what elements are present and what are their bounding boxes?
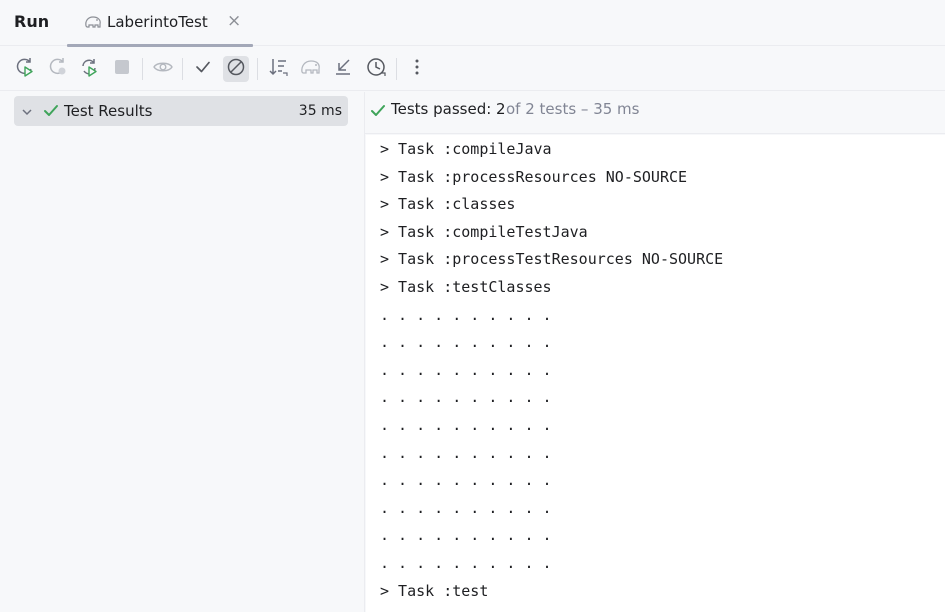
console-line: > Task :testClasses [380, 278, 552, 296]
show-ignored-button[interactable] [223, 56, 249, 82]
console-line: . . . . . . . . . . [380, 554, 552, 572]
stop-button[interactable] [109, 56, 135, 82]
more-button[interactable] [404, 56, 430, 82]
sort-icon [267, 56, 289, 82]
gradle-icon [300, 56, 322, 82]
history-button[interactable] [363, 56, 389, 82]
toolbar-separator [182, 58, 183, 80]
tree-item-test-results[interactable]: Test Results 35 ms [14, 96, 348, 126]
import-tests-button[interactable] [330, 56, 356, 82]
console-output[interactable]: > Task :compileJava > Task :processResour… [366, 135, 945, 612]
toolbar-separator [142, 58, 143, 80]
console-line: > Task :processResources NO-SOURCE [380, 167, 688, 186]
rerun-button[interactable] [12, 56, 38, 82]
tab-laberinto-test[interactable]: LaberintoTest × [67, 0, 253, 47]
console-line: . . . . . . . . . . [380, 388, 552, 407]
gradle-elephant-icon [83, 14, 103, 34]
eye-icon [152, 56, 174, 82]
toggle-auto-test-button[interactable] [76, 56, 102, 82]
console-line: . . . . . . . . . . [380, 305, 552, 324]
console-line: > Task :classes [380, 195, 516, 214]
stop-icon [111, 56, 133, 82]
check-icon [192, 56, 214, 82]
console-line: . . . . . . . . . . [380, 443, 552, 462]
passed-check-icon [369, 102, 387, 124]
tree-item-duration: 35 ms [298, 103, 342, 119]
show-passed-tests-button[interactable] [190, 56, 216, 82]
tool-window-title: Run [14, 12, 50, 31]
panel-splitter[interactable] [364, 92, 365, 612]
import-icon [332, 56, 354, 82]
tool-window-header: Run LaberintoTest × [0, 0, 945, 47]
chevron-down-icon[interactable] [20, 104, 34, 123]
test-status-bar: Tests passed: 2 of 2 tests – 35 ms [365, 92, 945, 134]
console-line: . . . . . . . . . . [380, 416, 552, 434]
console-line: . . . . . . . . . . [380, 526, 552, 545]
status-passed-text: Tests passed: 2 [391, 100, 506, 118]
sort-button[interactable] [265, 56, 291, 82]
clock-icon [365, 56, 387, 82]
rerun-failed-icon [47, 56, 69, 82]
rerun-icon [14, 56, 36, 82]
auto-rerun-icon [78, 56, 100, 82]
console-line: . . . . . . . . . . [380, 360, 552, 379]
status-summary-text: of 2 tests – 35 ms [506, 100, 640, 118]
console-line: . . . . . . . . . . [380, 471, 552, 490]
toolbar-separator [257, 58, 258, 80]
test-runner-toolbar [0, 47, 945, 91]
console-line: . . . . . . . . . . [380, 333, 552, 352]
tab-label: LaberintoTest [107, 13, 208, 31]
toolbar-separator [396, 58, 397, 80]
passed-check-icon [42, 102, 60, 124]
console-line: > Task :processTestResources NO-SOURCE [380, 250, 724, 269]
more-vertical-icon [406, 56, 428, 82]
rerun-failed-button[interactable] [45, 56, 71, 82]
close-icon[interactable]: × [227, 11, 241, 31]
gradle-button[interactable] [298, 56, 324, 82]
ignored-icon [225, 56, 247, 82]
console-line: . . . . . . . . . . [380, 498, 552, 517]
show-passed-button[interactable] [150, 56, 176, 82]
tree-item-label: Test Results [64, 102, 153, 120]
test-tree-panel: Test Results 35 ms [0, 92, 364, 612]
console-line: > Task :compileTestJava [380, 222, 588, 241]
console-line: > Task :test [380, 581, 489, 600]
console-line: > Task :compileJava [380, 140, 552, 158]
